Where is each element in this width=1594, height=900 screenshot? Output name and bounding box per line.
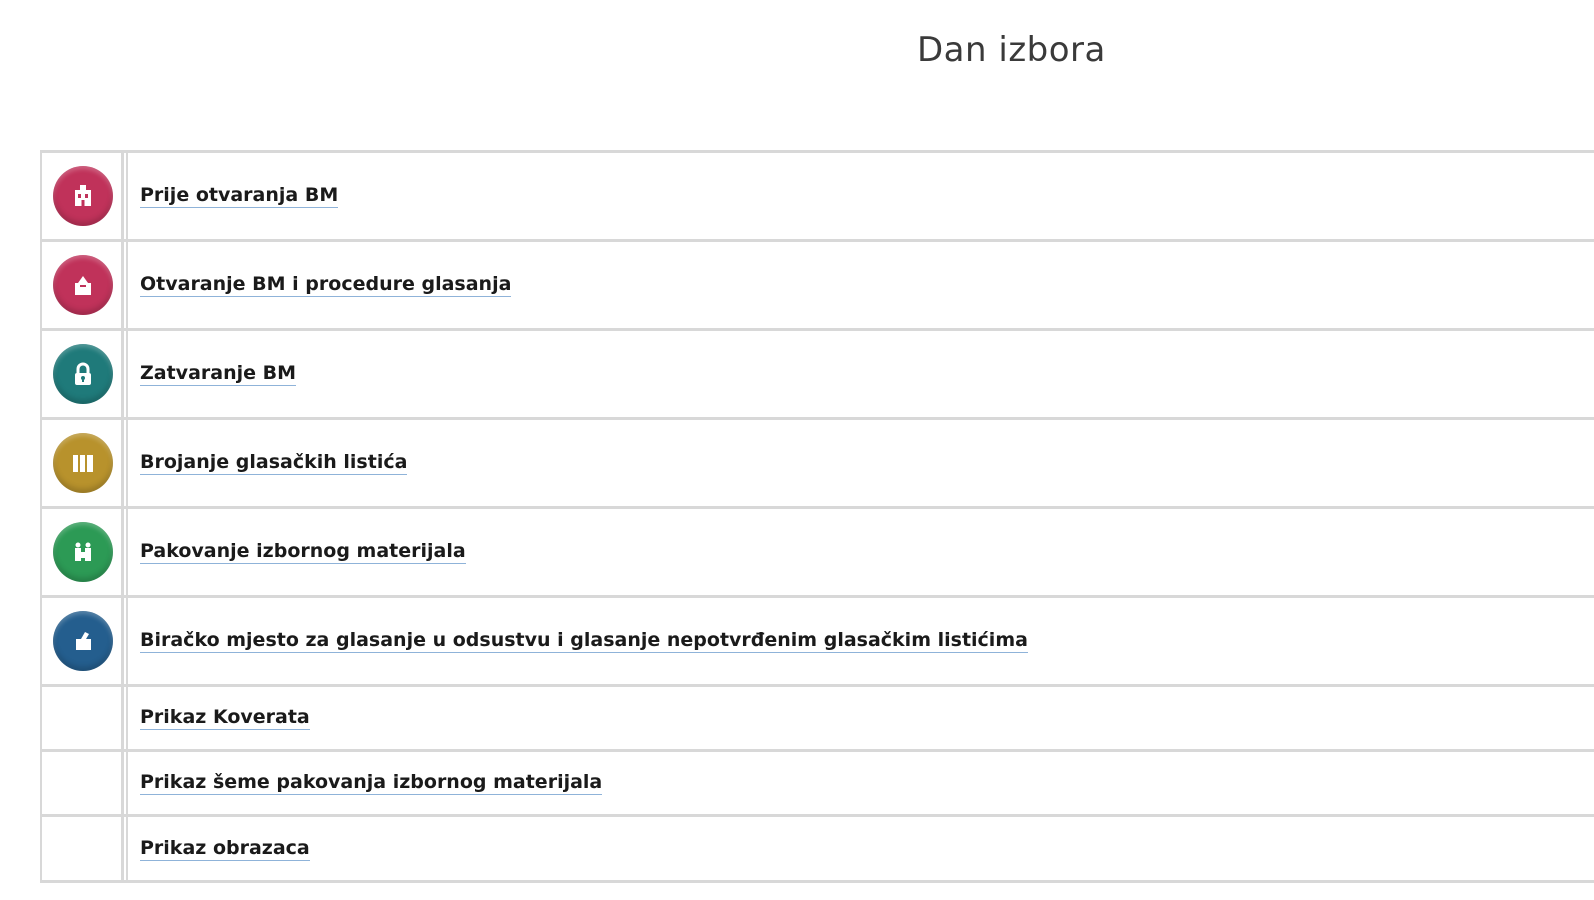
- label-cell: Prikaz šeme pakovanja izbornog materijal…: [128, 752, 1594, 814]
- menu-link-prije-otvaranja[interactable]: Prije otvaranja BM: [140, 184, 339, 208]
- icon-cell: [40, 242, 124, 328]
- menu-link-pakovanje[interactable]: Pakovanje izbornog materijala: [140, 540, 466, 564]
- page-title: Dan izbora: [917, 30, 1106, 70]
- menu-row: Zatvaranje BM: [40, 331, 1594, 420]
- icon-cell: [40, 420, 124, 506]
- label-cell: Otvaranje BM i procedure glasanja: [128, 242, 1594, 328]
- label-cell: Prije otvaranja BM: [128, 153, 1594, 239]
- icon-cell: [40, 687, 124, 749]
- absentee-ballot-icon: [53, 611, 113, 671]
- packaging-icon: [53, 522, 113, 582]
- ballot-box-icon: [53, 255, 113, 315]
- label-cell: Prikaz obrazaca: [128, 817, 1594, 880]
- icon-cell: [40, 752, 124, 814]
- label-cell: Brojanje glasačkih listića: [128, 420, 1594, 506]
- menu-row: Prikaz obrazaca: [40, 817, 1594, 883]
- polling-station-icon: [53, 166, 113, 226]
- icon-cell: [40, 509, 124, 595]
- lock-icon: [53, 344, 113, 404]
- menu-link-biracko-mjesto[interactable]: Biračko mjesto za glasanje u odsustvu i …: [140, 629, 1028, 653]
- menu-link-zatvaranje[interactable]: Zatvaranje BM: [140, 362, 297, 386]
- menu-row: Brojanje glasačkih listića: [40, 420, 1594, 509]
- menu-link-prikaz-obrazaca[interactable]: Prikaz obrazaca: [140, 837, 310, 861]
- menu-row: Biračko mjesto za glasanje u odsustvu i …: [40, 598, 1594, 687]
- label-cell: Prikaz Koverata: [128, 687, 1594, 749]
- menu-link-otvaranje[interactable]: Otvaranje BM i procedure glasanja: [140, 273, 512, 297]
- menu-row: Prikaz šeme pakovanja izbornog materijal…: [40, 752, 1594, 817]
- icon-cell: [40, 817, 124, 880]
- label-cell: Pakovanje izbornog materijala: [128, 509, 1594, 595]
- menu-link-prikaz-koverata[interactable]: Prikaz Koverata: [140, 706, 310, 730]
- icon-cell: [40, 331, 124, 417]
- label-cell: Biračko mjesto za glasanje u odsustvu i …: [128, 598, 1594, 684]
- icon-cell: [40, 598, 124, 684]
- label-cell: Zatvaranje BM: [128, 331, 1594, 417]
- menu-row: Prikaz Koverata: [40, 687, 1594, 752]
- ballots-stack-icon: [53, 433, 113, 493]
- menu-row: Otvaranje BM i procedure glasanja: [40, 242, 1594, 331]
- menu-row: Pakovanje izbornog materijala: [40, 509, 1594, 598]
- menu-row: Prije otvaranja BM: [40, 153, 1594, 242]
- menu-link-brojanje[interactable]: Brojanje glasačkih listića: [140, 451, 408, 475]
- menu-table: Prije otvaranja BM Otvaranje BM i proced…: [40, 150, 1594, 883]
- icon-cell: [40, 153, 124, 239]
- menu-link-prikaz-seme[interactable]: Prikaz šeme pakovanja izbornog materijal…: [140, 771, 603, 795]
